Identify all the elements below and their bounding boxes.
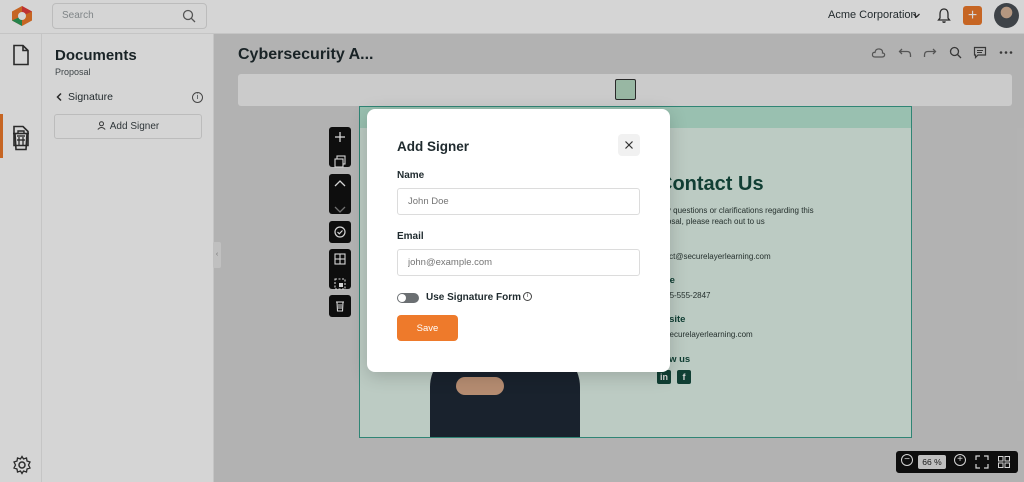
signature-form-toggle[interactable] (397, 293, 419, 303)
email-field[interactable] (397, 249, 640, 276)
name-label: Name (397, 170, 425, 181)
name-field[interactable] (397, 188, 640, 215)
add-signer-dialog: Add Signer Name Email Use Signature Form… (367, 109, 670, 372)
dialog-title: Add Signer (397, 139, 470, 154)
info-icon[interactable]: i (523, 292, 532, 301)
toggle-knob (398, 294, 406, 302)
save-button[interactable]: Save (397, 315, 458, 341)
email-label: Email (397, 231, 424, 242)
close-button[interactable] (618, 134, 640, 156)
toggle-label: Use Signature Form (426, 292, 522, 303)
close-icon (625, 141, 633, 149)
